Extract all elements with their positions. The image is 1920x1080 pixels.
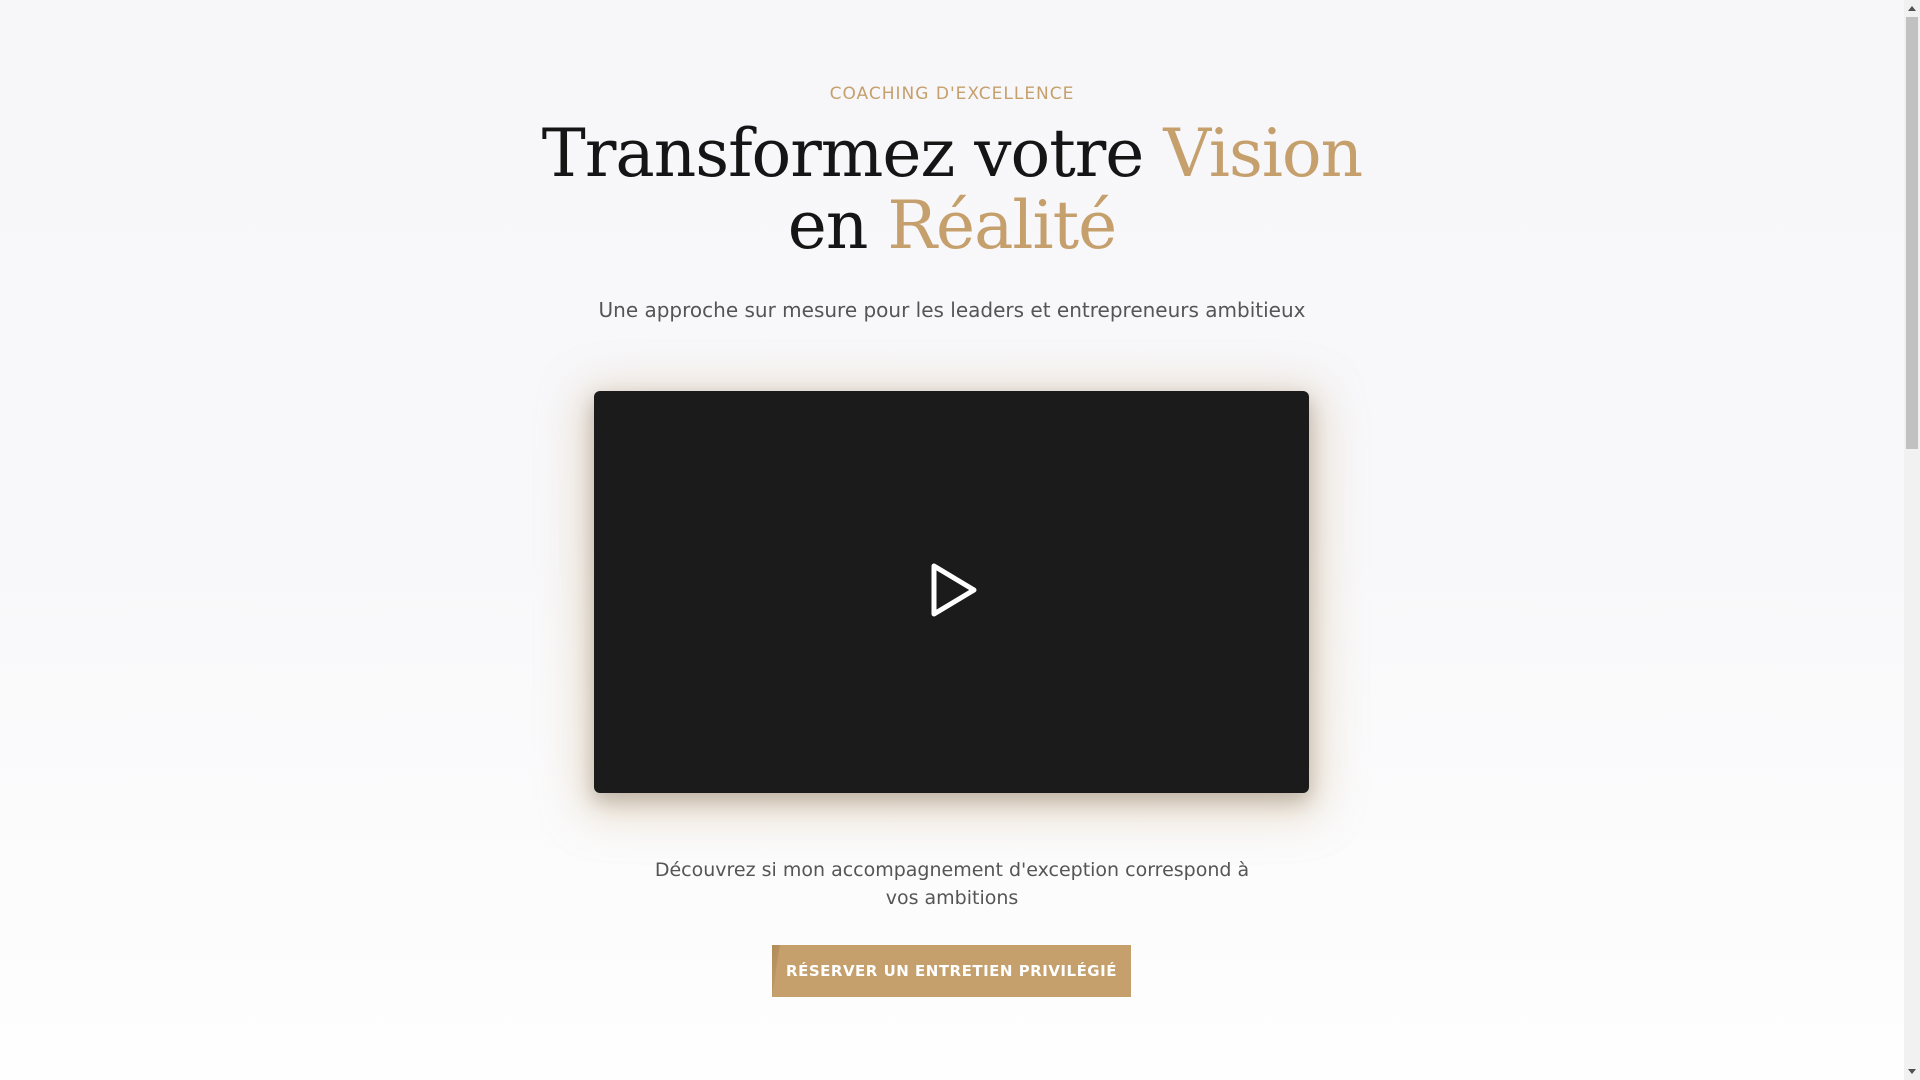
headline-text-2: en [787, 187, 888, 264]
headline-text-1: Transformez votre [541, 115, 1164, 192]
book-interview-button-label: RÉSERVER UN ENTRETIEN PRIVILÉGIÉ [786, 962, 1117, 980]
video-player[interactable] [594, 391, 1309, 793]
page-viewport: COACHING D'EXCELLENCE Transformez votre … [0, 0, 1904, 1080]
cta-description: Découvrez si mon accompagnement d'except… [654, 859, 1250, 909]
scrollbar-thumb[interactable] [1906, 17, 1918, 449]
scroll-down-arrow-icon[interactable] [1904, 1064, 1920, 1080]
eyebrow-label: COACHING D'EXCELLENCE [829, 84, 1075, 104]
vertical-scrollbar[interactable] [1904, 0, 1920, 1080]
headline-accent-realite: Réalité [887, 187, 1117, 264]
button-edge-decoration [772, 945, 780, 997]
scroll-up-arrow-icon[interactable] [1904, 0, 1920, 16]
hero-subtitle: Une approche sur mesure pour les leaders… [598, 298, 1306, 322]
hero-headline: Transformez votre Vision en Réalité [500, 118, 1404, 262]
play-icon[interactable] [928, 561, 980, 619]
book-interview-button[interactable]: RÉSERVER UN ENTRETIEN PRIVILÉGIÉ [772, 945, 1131, 997]
headline-accent-vision: Vision [1163, 115, 1363, 192]
